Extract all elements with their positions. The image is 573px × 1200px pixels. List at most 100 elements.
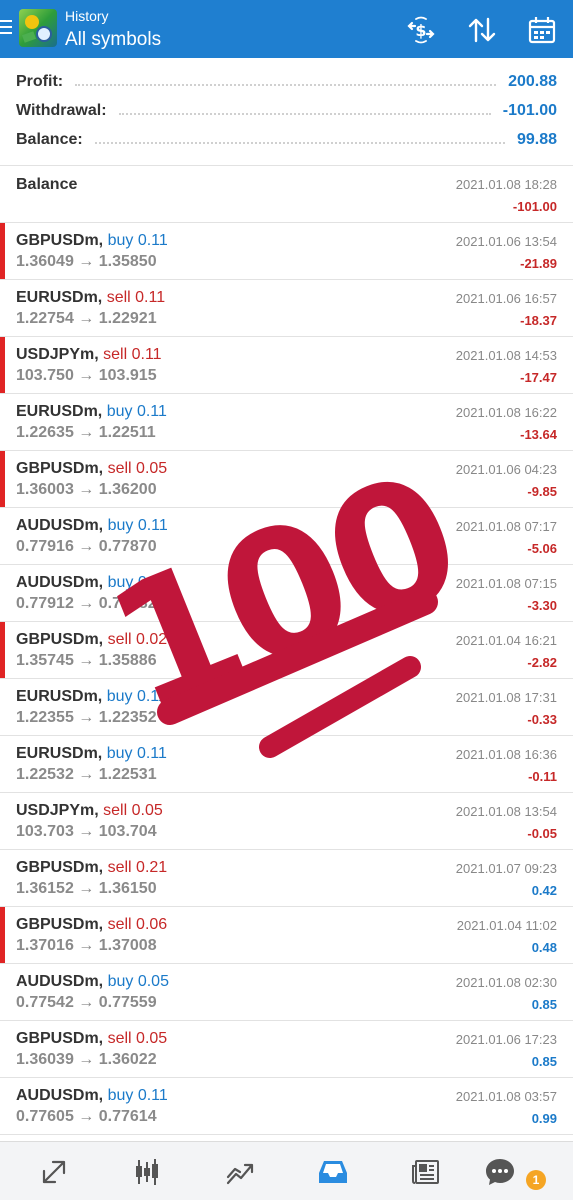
- trade-volume: 0.11: [136, 688, 167, 705]
- trade-row[interactable]: GBPUSDm, buy 0.11 1.36049 → 1.35850 2021.0…: [0, 223, 573, 280]
- trade-volume: 0.11: [131, 346, 162, 363]
- trade-title: GBPUSDm, sell 0.05: [16, 1030, 167, 1048]
- trade-row[interactable]: GBPUSDm, sell 0.06 1.37016 → 1.37008 2021.…: [0, 907, 573, 964]
- trade-volume: 0.05: [136, 460, 168, 477]
- trade-symbol: GBPUSDm,: [16, 916, 104, 933]
- position-marker: [0, 451, 5, 507]
- close-price: 1.35886: [98, 652, 157, 669]
- trade-time: 2021.01.06 16:57: [455, 291, 557, 306]
- trade-side: buy: [106, 745, 133, 762]
- currency-exchange-icon[interactable]: $: [405, 14, 437, 46]
- trade-title: AUDUSDm, buy 0.05: [16, 973, 169, 991]
- trade-time: 2021.01.08 16:22: [455, 405, 557, 420]
- trade-time: 2021.01.08 14:53: [455, 348, 557, 363]
- trade-row[interactable]: USDJPYm, sell 0.11 103.750 → 103.915 2021.…: [0, 337, 573, 394]
- trade-volume: 0.05: [137, 973, 169, 990]
- balance-summary-row: Balance: 99.88: [16, 129, 557, 151]
- trade-prices: 1.36039 → 1.36022: [16, 1051, 157, 1069]
- trade-row[interactable]: EURUSDm, buy 0.11 1.22355 → 1.22352 2021.0…: [0, 679, 573, 736]
- trade-side: buy: [107, 1087, 134, 1104]
- trade-row[interactable]: EURUSDm, buy 0.11 1.22532 → 1.22531 2021.0…: [0, 736, 573, 793]
- trade-symbol: EURUSDm,: [16, 745, 103, 762]
- trade-title: GBPUSDm, sell 0.05: [16, 460, 167, 478]
- news-icon[interactable]: [410, 1156, 442, 1188]
- trade-row[interactable]: AUDUSDm, buy 0.11 0.77916 → 0.77870 2021.0…: [0, 508, 573, 565]
- trade-profit: -18.37: [520, 313, 557, 328]
- chat-icon[interactable]: [484, 1156, 516, 1188]
- dotted-leader: [94, 142, 505, 144]
- open-price: 0.77912: [16, 595, 74, 612]
- position-marker: [0, 223, 5, 279]
- close-price: 1.37008: [98, 937, 157, 954]
- trade-profit: -0.33: [527, 712, 557, 727]
- trade-row[interactable]: GBPUSDm, sell 0.05 1.36003 → 1.36200 2021.…: [0, 451, 573, 508]
- trade-icon[interactable]: [224, 1156, 256, 1188]
- balance-deal-row[interactable]: Balance 2021.01.08 18:28 -101.00: [0, 166, 573, 223]
- balance-deal-label: Balance: [16, 176, 78, 193]
- trade-symbol: EURUSDm,: [16, 289, 103, 306]
- position-marker: [0, 622, 5, 678]
- trade-side: buy: [106, 403, 133, 420]
- arrow-icon: →: [78, 823, 95, 840]
- open-price: 1.36003: [16, 481, 74, 498]
- close-price: 1.22531: [98, 766, 157, 783]
- trade-row[interactable]: EURUSDm, buy 0.11 1.22635 → 1.22511 2021.0…: [0, 394, 573, 451]
- sort-icon[interactable]: [466, 14, 498, 46]
- trade-volume: 0.11: [137, 517, 168, 534]
- trade-side: sell: [103, 346, 128, 363]
- menu-icon[interactable]: [0, 20, 12, 36]
- quotes-icon[interactable]: [38, 1156, 70, 1188]
- trade-row[interactable]: AUDUSDm, buy 0.11 0.77912 → 0.77882 2021.0…: [0, 565, 573, 622]
- trade-row[interactable]: USDJPYm, sell 0.05 103.703 → 103.704 2021.…: [0, 793, 573, 850]
- trade-time: 2021.01.08 07:17: [455, 519, 557, 534]
- trade-prices: 1.37016 → 1.37008: [16, 937, 157, 955]
- chat-notification-badge: 1: [526, 1170, 546, 1190]
- trade-volume: 0.05: [131, 802, 163, 819]
- trade-row[interactable]: EURUSDm, sell 0.11 1.22754 → 1.22921 2021.…: [0, 280, 573, 337]
- trade-time: 2021.01.04 11:02: [456, 918, 557, 933]
- arrow-icon: →: [78, 538, 95, 555]
- trade-prices: 1.36049 → 1.35850: [16, 253, 157, 271]
- open-price: 103.703: [16, 823, 74, 840]
- trade-prices: 0.77912 → 0.77882: [16, 595, 157, 613]
- trade-prices: 1.22635 → 1.22511: [16, 424, 156, 442]
- arrow-icon: →: [78, 994, 95, 1011]
- close-price: 1.36022: [98, 1051, 157, 1068]
- trade-row[interactable]: GBPUSDm, sell 0.02 1.35745 → 1.35886 2021.…: [0, 622, 573, 679]
- trade-profit: 0.42: [531, 883, 557, 898]
- trade-row[interactable]: GBPUSDm, sell 0.05 1.36039 → 1.36022 2021.…: [0, 1021, 573, 1078]
- close-price: 1.35850: [98, 253, 157, 270]
- calendar-icon[interactable]: [526, 14, 558, 46]
- trade-prices: 0.77916 → 0.77870: [16, 538, 157, 556]
- trade-prices: 1.22532 → 1.22531: [16, 766, 157, 784]
- trade-side: sell: [107, 859, 132, 876]
- trade-volume: 0.11: [135, 289, 166, 306]
- trade-time: 2021.01.08 03:57: [455, 1089, 557, 1104]
- chart-candles-icon[interactable]: [131, 1156, 163, 1188]
- trade-title: GBPUSDm, sell 0.06: [16, 916, 167, 934]
- open-price: 1.36049: [16, 253, 74, 270]
- trade-title: AUDUSDm, buy 0.11: [16, 1087, 168, 1105]
- trade-side: sell: [107, 916, 132, 933]
- trade-title: USDJPYm, sell 0.05: [16, 802, 163, 820]
- position-marker: [0, 907, 5, 963]
- trade-title: EURUSDm, sell 0.11: [16, 289, 165, 307]
- header-title[interactable]: All symbols: [65, 29, 161, 51]
- trade-row[interactable]: AUDUSDm, buy 0.05 0.77542 → 0.77559 2021.0…: [0, 964, 573, 1021]
- profit-label: Profit:: [16, 73, 64, 90]
- app-logo-icon[interactable]: [19, 9, 57, 47]
- close-price: 103.915: [98, 367, 157, 384]
- trade-title: EURUSDm, buy 0.11: [16, 403, 167, 421]
- balance-deal-time: 2021.01.08 18:28: [455, 177, 557, 192]
- close-price: 1.22511: [98, 424, 156, 441]
- trade-profit: -0.05: [527, 826, 557, 841]
- open-price: 1.37016: [16, 937, 74, 954]
- arrow-icon: →: [78, 766, 95, 783]
- trade-profit: -17.47: [520, 370, 557, 385]
- trade-profit: 0.99: [531, 1111, 557, 1126]
- arrow-icon: →: [78, 310, 95, 327]
- trade-row[interactable]: GBPUSDm, sell 0.21 1.36152 → 1.36150 2021.…: [0, 850, 573, 907]
- trade-prices: 0.77542 → 0.77559: [16, 994, 157, 1012]
- trade-row[interactable]: AUDUSDm, buy 0.11 0.77605 → 0.77614 2021.0…: [0, 1078, 573, 1135]
- history-icon[interactable]: [317, 1156, 349, 1188]
